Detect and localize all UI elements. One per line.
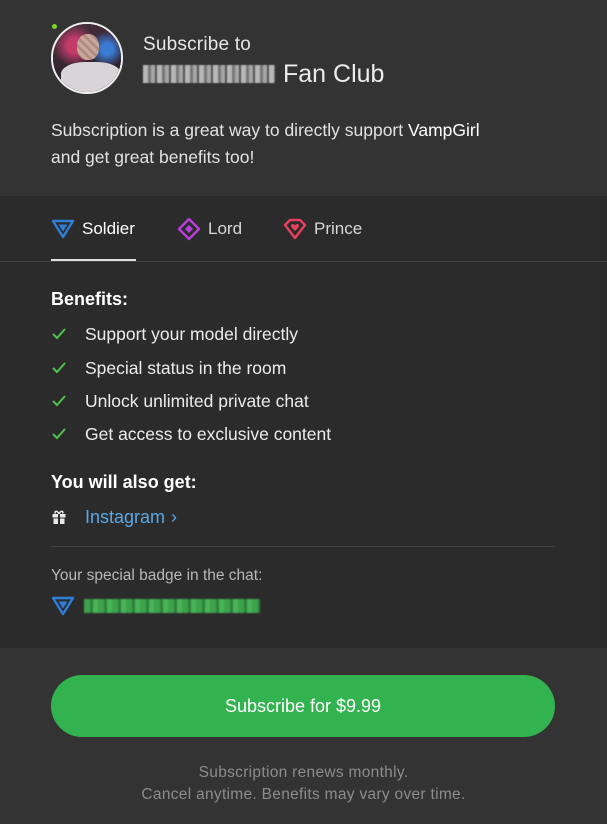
active-tab-indicator xyxy=(51,259,136,261)
benefit-text: Special status in the room xyxy=(85,357,287,378)
benefit-item: Unlock unlimited private chat xyxy=(51,389,309,413)
blurred-chat-username xyxy=(84,599,260,613)
benefit-item: Special status in the room xyxy=(51,356,286,380)
fan-club-title: Fan Club xyxy=(143,60,384,88)
benefit-item: Get access to exclusive content xyxy=(51,422,331,446)
subscription-header: Subscribe to Fan Club Subscription is a … xyxy=(0,0,607,196)
online-status-dot xyxy=(52,24,57,29)
instagram-extra: Instagram › xyxy=(51,505,177,529)
subscription-footer: Subscribe for $9.99 Subscription renews … xyxy=(0,648,607,824)
tab-lord[interactable]: Lord xyxy=(177,196,242,262)
cancel-note: Cancel anytime. Benefits may vary over t… xyxy=(141,786,466,803)
tab-soldier[interactable]: Soldier xyxy=(51,196,135,262)
intro-prefix: Subscription is a great way to directly … xyxy=(51,120,408,140)
chat-badge-preview xyxy=(51,594,260,618)
benefits-title: Benefits: xyxy=(51,289,129,309)
blurred-username xyxy=(143,65,275,83)
divider xyxy=(51,546,555,547)
tab-prince-label: Prince xyxy=(314,219,363,238)
tab-prince[interactable]: Prince xyxy=(283,196,362,262)
subscribe-to-label: Subscribe to xyxy=(143,34,252,55)
gift-icon xyxy=(51,509,85,525)
check-icon xyxy=(51,361,85,375)
benefit-text: Get access to exclusive content xyxy=(85,423,332,444)
benefit-text: Support your model directly xyxy=(85,323,299,344)
benefit-item: Support your model directly xyxy=(51,322,298,346)
check-icon xyxy=(51,427,85,441)
intro-suffix: and get great benefits too! xyxy=(51,147,255,167)
tab-lord-label: Lord xyxy=(208,219,243,238)
benefit-text: Unlock unlimited private chat xyxy=(85,390,309,411)
subscribe-button[interactable]: Subscribe for $9.99 xyxy=(51,675,555,737)
blurred-face xyxy=(77,34,99,60)
triangle-shield-icon xyxy=(51,219,75,239)
check-icon xyxy=(51,394,85,408)
model-name: VampGirl xyxy=(407,120,480,140)
check-icon xyxy=(51,327,85,341)
diamond-icon xyxy=(177,217,201,241)
tab-soldier-label: Soldier xyxy=(82,219,135,238)
also-get-title: You will also get: xyxy=(51,472,197,492)
instagram-link[interactable]: Instagram xyxy=(85,507,165,528)
renewal-note: Subscription renews monthly. xyxy=(198,764,409,781)
chevron-right-icon[interactable]: › xyxy=(171,507,177,528)
heart-gem-icon xyxy=(283,218,307,240)
fan-club-suffix: Fan Club xyxy=(283,59,385,88)
tier-tabs: Soldier Lord Prince xyxy=(0,196,607,262)
triangle-shield-icon xyxy=(51,596,75,616)
avatar xyxy=(51,22,123,94)
intro-text: Subscription is a great way to directly … xyxy=(51,117,571,171)
badge-label: Your special badge in the chat: xyxy=(51,567,263,584)
